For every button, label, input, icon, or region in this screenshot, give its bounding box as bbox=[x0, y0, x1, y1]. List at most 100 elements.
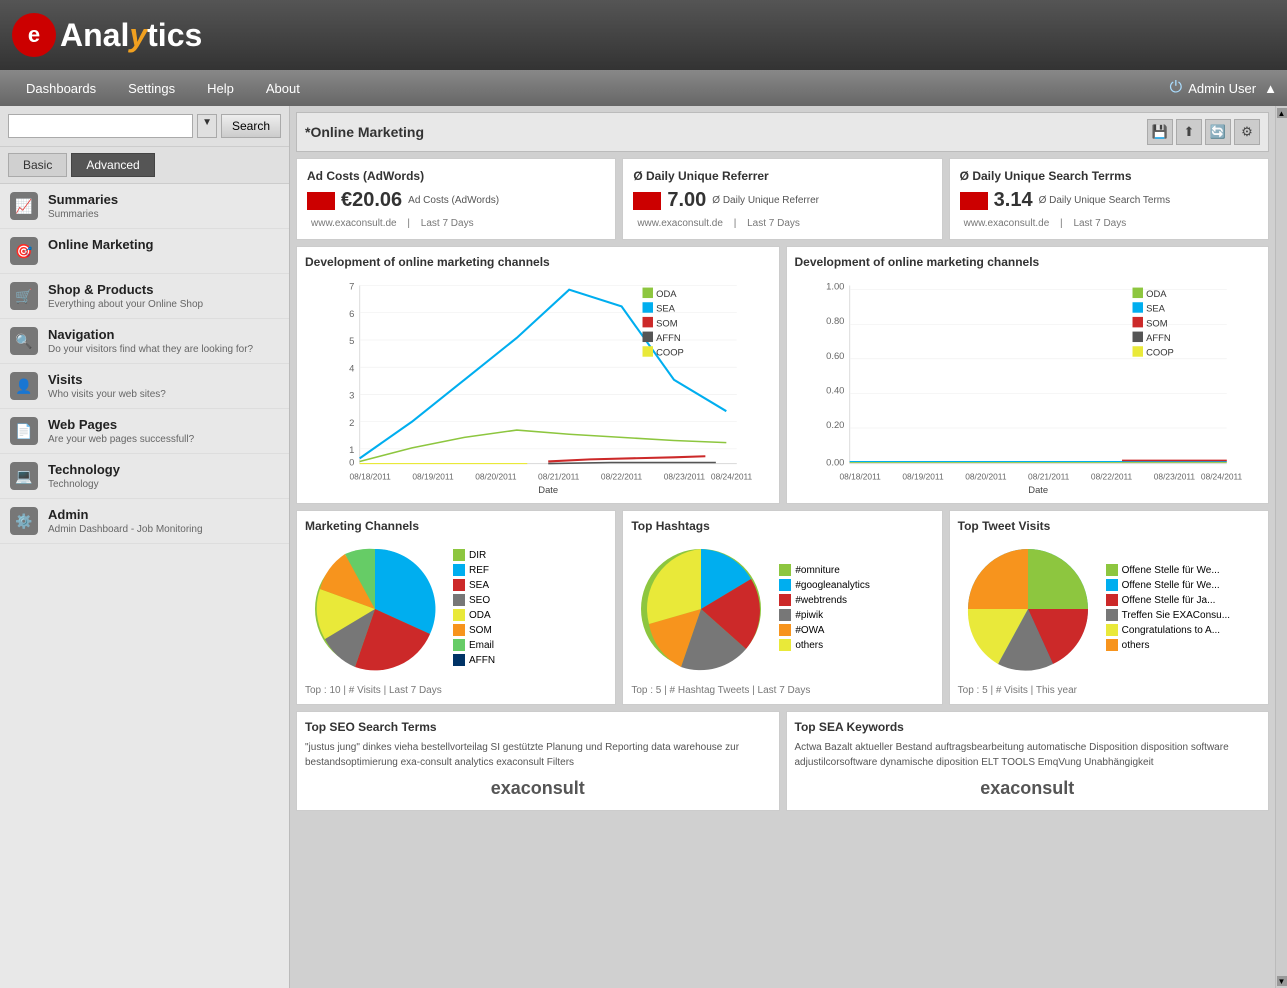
chart-left-title: Development of online marketing channels bbox=[305, 255, 771, 269]
metric-flag-0 bbox=[307, 192, 335, 210]
webpages-sub: Are your web pages successfull? bbox=[48, 434, 194, 445]
save-icon[interactable]: 💾 bbox=[1147, 119, 1173, 145]
sidebar-item-online-marketing[interactable]: 🎯 Online Marketing bbox=[0, 229, 289, 274]
sea-content: Actwa Bazalt aktueller Bestand auftragsb… bbox=[795, 740, 1261, 770]
metric-search-terms: Ø Daily Unique Search Terrms 3.14 Ø Dail… bbox=[949, 158, 1269, 240]
pie-tweet-area: Offene Stelle für We... Offene Stelle fü… bbox=[958, 539, 1260, 679]
svg-text:08/22/2011: 08/22/2011 bbox=[601, 471, 643, 481]
chart-right-title: Development of online marketing channels bbox=[795, 255, 1261, 269]
svg-text:3: 3 bbox=[349, 390, 354, 401]
sidebar: ▼ Search Basic Advanced 📈 Summaries Summ… bbox=[0, 106, 290, 988]
svg-text:1.00: 1.00 bbox=[826, 281, 844, 292]
metric-search-terms-footer: www.exaconsult.de | Last 7 Days bbox=[960, 218, 1258, 229]
chart-right: Development of online marketing channels… bbox=[786, 246, 1270, 504]
admin-area: ⏻ Admin User ▲ bbox=[1170, 79, 1277, 97]
content-header: *Online Marketing 💾 ⬆ 🔄 ⚙ bbox=[296, 112, 1269, 152]
navbar: Dashboards Settings Help About ⏻ Admin U… bbox=[0, 70, 1287, 106]
chart-left: Development of online marketing channels… bbox=[296, 246, 780, 504]
nav-help[interactable]: Help bbox=[191, 73, 250, 104]
scroll-up[interactable]: ▲ bbox=[1277, 108, 1287, 118]
sidebar-item-webpages[interactable]: 📄 Web Pages Are your web pages successfu… bbox=[0, 409, 289, 454]
metric-search-terms-value: 3.14 bbox=[994, 189, 1033, 212]
charts-row: Development of online marketing channels… bbox=[296, 246, 1269, 504]
metric-referrer-value: 7.00 bbox=[667, 189, 706, 212]
pie-tweet-legend: Offene Stelle für We... Offene Stelle fü… bbox=[1106, 564, 1230, 654]
seo-content: "justus jung" dinkes vieha bestellvortei… bbox=[305, 740, 771, 770]
svg-text:Date: Date bbox=[538, 484, 558, 495]
nav-settings[interactable]: Settings bbox=[112, 73, 191, 104]
sidebar-item-admin[interactable]: ⚙️ Admin Admin Dashboard - Job Monitorin… bbox=[0, 499, 289, 544]
svg-text:08/20/2011: 08/20/2011 bbox=[475, 471, 517, 481]
sidebar-item-shop-products[interactable]: 🛒 Shop & Products Everything about your … bbox=[0, 274, 289, 319]
svg-text:SOM: SOM bbox=[656, 317, 678, 328]
svg-text:2: 2 bbox=[349, 417, 354, 428]
svg-text:AFFN: AFFN bbox=[656, 332, 681, 343]
admin-label: Admin User bbox=[1188, 81, 1256, 96]
search-area: ▼ Search bbox=[0, 106, 289, 147]
pie-marketing-channels: Marketing Channels DIR REF bbox=[296, 510, 616, 705]
metric-referrer-footer: www.exaconsult.de | Last 7 Days bbox=[633, 218, 931, 229]
pie-hashtags-title: Top Hashtags bbox=[631, 519, 933, 533]
metric-search-terms-label: Ø Daily Unique Search Terms bbox=[1039, 195, 1171, 206]
line-chart-right: 1.00 0.80 0.60 0.40 0.20 0.00 bbox=[795, 275, 1261, 495]
shop-products-label: Shop & Products bbox=[48, 282, 203, 297]
svg-text:SOM: SOM bbox=[1146, 317, 1168, 328]
svg-text:7: 7 bbox=[349, 281, 354, 292]
svg-text:08/20/2011: 08/20/2011 bbox=[965, 471, 1007, 481]
svg-text:4: 4 bbox=[349, 362, 354, 373]
svg-text:COOP: COOP bbox=[656, 347, 684, 358]
chart-left-area: 7 6 5 4 3 2 1 0 bbox=[305, 275, 771, 495]
online-marketing-label: Online Marketing bbox=[48, 237, 153, 252]
svg-text:COOP: COOP bbox=[1146, 347, 1174, 358]
svg-text:Date: Date bbox=[1028, 484, 1048, 495]
svg-text:AFFN: AFFN bbox=[1146, 332, 1171, 343]
pie-chart-hashtags bbox=[631, 539, 771, 679]
sea-title: Top SEA Keywords bbox=[795, 720, 1261, 734]
svg-text:5: 5 bbox=[349, 335, 354, 346]
svg-text:SEA: SEA bbox=[1146, 303, 1166, 314]
content-area: *Online Marketing 💾 ⬆ 🔄 ⚙ Ad Costs (AdWo… bbox=[290, 106, 1275, 988]
chart-right-area: 1.00 0.80 0.60 0.40 0.20 0.00 bbox=[795, 275, 1261, 495]
visits-label: Visits bbox=[48, 372, 166, 387]
tab-basic[interactable]: Basic bbox=[8, 153, 67, 177]
sea-card: Top SEA Keywords Actwa Bazalt aktueller … bbox=[786, 711, 1270, 811]
metric-referrer: Ø Daily Unique Referrer 7.00 Ø Daily Uni… bbox=[622, 158, 942, 240]
settings-icon[interactable]: ⚙ bbox=[1234, 119, 1260, 145]
summaries-label: Summaries bbox=[48, 192, 118, 207]
metric-flag-1 bbox=[633, 192, 661, 210]
metric-ad-costs-footer: www.exaconsult.de | Last 7 Days bbox=[307, 218, 605, 229]
scroll-down[interactable]: ▼ bbox=[1277, 976, 1287, 986]
svg-text:0.00: 0.00 bbox=[826, 457, 844, 468]
pie-marketing-area: DIR REF SEA SEO ODA SOM Email AFFN bbox=[305, 539, 607, 679]
svg-text:ODA: ODA bbox=[1146, 288, 1167, 299]
refresh-icon[interactable]: 🔄 bbox=[1205, 119, 1231, 145]
pie-marketing-legend: DIR REF SEA SEO ODA SOM Email AFFN bbox=[453, 549, 495, 669]
header: e Analytics bbox=[0, 0, 1287, 70]
nav-about[interactable]: About bbox=[250, 73, 316, 104]
main-wrapper: ▼ Search Basic Advanced 📈 Summaries Summ… bbox=[0, 106, 1287, 988]
sidebar-item-technology[interactable]: 💻 Technology Technology bbox=[0, 454, 289, 499]
technology-sub: Technology bbox=[48, 479, 120, 490]
nav-dashboards[interactable]: Dashboards bbox=[10, 73, 112, 104]
metric-ad-costs-label: Ad Costs (AdWords) bbox=[408, 195, 499, 206]
search-button[interactable]: Search bbox=[221, 114, 281, 138]
search-input[interactable] bbox=[8, 114, 193, 138]
svg-text:08/22/2011: 08/22/2011 bbox=[1090, 471, 1132, 481]
tab-advanced[interactable]: Advanced bbox=[71, 153, 154, 177]
summaries-icon: 📈 bbox=[10, 192, 38, 220]
seo-title: Top SEO Search Terms bbox=[305, 720, 771, 734]
metric-referrer-label: Ø Daily Unique Referrer bbox=[712, 195, 819, 206]
chevron-up-icon: ▲ bbox=[1264, 81, 1277, 96]
sidebar-item-summaries[interactable]: 📈 Summaries Summaries bbox=[0, 184, 289, 229]
svg-text:08/23/2011: 08/23/2011 bbox=[1153, 471, 1195, 481]
line-chart-left: 7 6 5 4 3 2 1 0 bbox=[305, 275, 771, 495]
pie-hashtags-legend: #omniture #googleanalytics #webtrends #p… bbox=[779, 564, 870, 654]
sidebar-item-navigation[interactable]: 🔍 Navigation Do your visitors find what … bbox=[0, 319, 289, 364]
sidebar-item-visits[interactable]: 👤 Visits Who visits your web sites? bbox=[0, 364, 289, 409]
svg-text:08/18/2011: 08/18/2011 bbox=[839, 471, 881, 481]
logo-area: e Analytics bbox=[12, 13, 202, 57]
svg-text:0.60: 0.60 bbox=[826, 350, 844, 361]
share-icon[interactable]: ⬆ bbox=[1176, 119, 1202, 145]
webpages-icon: 📄 bbox=[10, 417, 38, 445]
svg-text:0.20: 0.20 bbox=[826, 419, 844, 430]
